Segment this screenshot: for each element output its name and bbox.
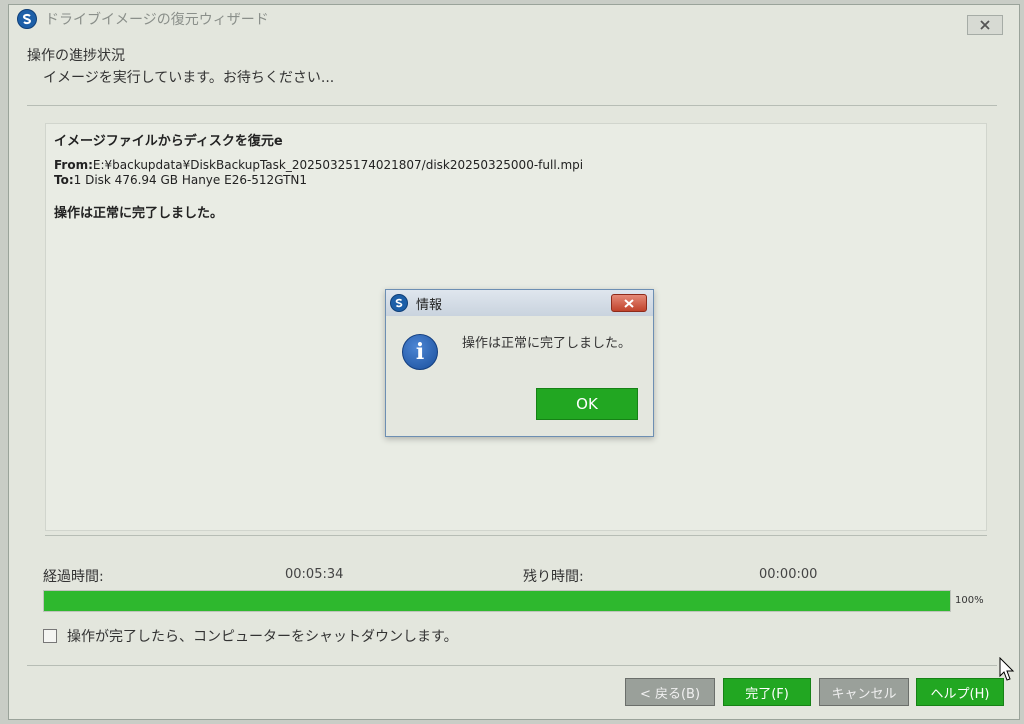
shutdown-checkbox[interactable] (43, 629, 57, 643)
mouse-cursor-icon (999, 657, 1015, 681)
close-icon (980, 20, 990, 30)
window-close-button[interactable] (967, 15, 1003, 35)
page-title: 操作の進捗状況 (27, 48, 125, 64)
operation-title: イメージファイルからディスクを復元e (54, 134, 283, 149)
progress-bar-fill (44, 591, 950, 611)
page-subtitle: イメージを実行しています。お待ちください... (43, 70, 335, 86)
ok-button[interactable]: OK (536, 388, 638, 420)
to-line: To:1 Disk 476.94 GB Hanye E26-512GTN1 (54, 173, 307, 187)
dialog-message: 操作は正常に完了しました。 (462, 336, 632, 351)
dialog-app-logo-icon (390, 294, 408, 312)
header-divider (27, 105, 997, 106)
footer-divider (27, 665, 997, 666)
back-button[interactable]: < 戻る(B) (625, 678, 715, 706)
shutdown-option: 操作が完了したら、コンピューターをシャットダウンします。 (43, 626, 458, 646)
info-icon: i (402, 334, 438, 370)
remaining-time-value: 00:00:00 (759, 567, 818, 582)
header-area: 操作の進捗状況 イメージを実行しています。お待ちください... (27, 45, 334, 87)
to-label: To: (54, 173, 74, 187)
shutdown-checkbox-label[interactable]: 操作が完了したら、コンピューターをシャットダウンします。 (67, 626, 458, 646)
dialog-title: 情報 (416, 297, 443, 313)
dialog-title-bar: 情報 (386, 290, 653, 316)
help-button[interactable]: ヘルプ(H) (916, 678, 1004, 706)
elapsed-time-label: 経過時間: (43, 569, 104, 585)
elapsed-time-value: 00:05:34 (285, 567, 344, 582)
dialog-close-button[interactable] (611, 294, 647, 312)
cancel-button[interactable]: キャンセル (819, 678, 909, 706)
from-label: From: (54, 158, 93, 172)
dialog-body: i 操作は正常に完了しました。 OK (386, 316, 653, 436)
from-value: E:¥backupdata¥DiskBackupTask_20250325174… (92, 158, 584, 172)
info-dialog: 情報 i 操作は正常に完了しました。 OK (385, 289, 654, 437)
progress-bar (43, 590, 951, 612)
window-title: ドライブイメージの復元ウィザード (45, 12, 269, 28)
to-value: 1 Disk 476.94 GB Hanye E26-512GTN1 (73, 173, 308, 187)
close-icon (624, 298, 634, 308)
title-bar: ドライブイメージの復元ウィザード (9, 5, 1019, 35)
operation-status: 操作は正常に完了しました。 (54, 206, 224, 221)
finish-button[interactable]: 完了(F) (723, 678, 811, 706)
progress-percent: 100% (955, 595, 984, 606)
remaining-time-label: 残り時間: (523, 569, 584, 585)
panel-divider (45, 535, 987, 536)
from-line: From:E:¥backupdata¥DiskBackupTask_202503… (54, 158, 583, 172)
app-logo-icon (17, 9, 37, 29)
